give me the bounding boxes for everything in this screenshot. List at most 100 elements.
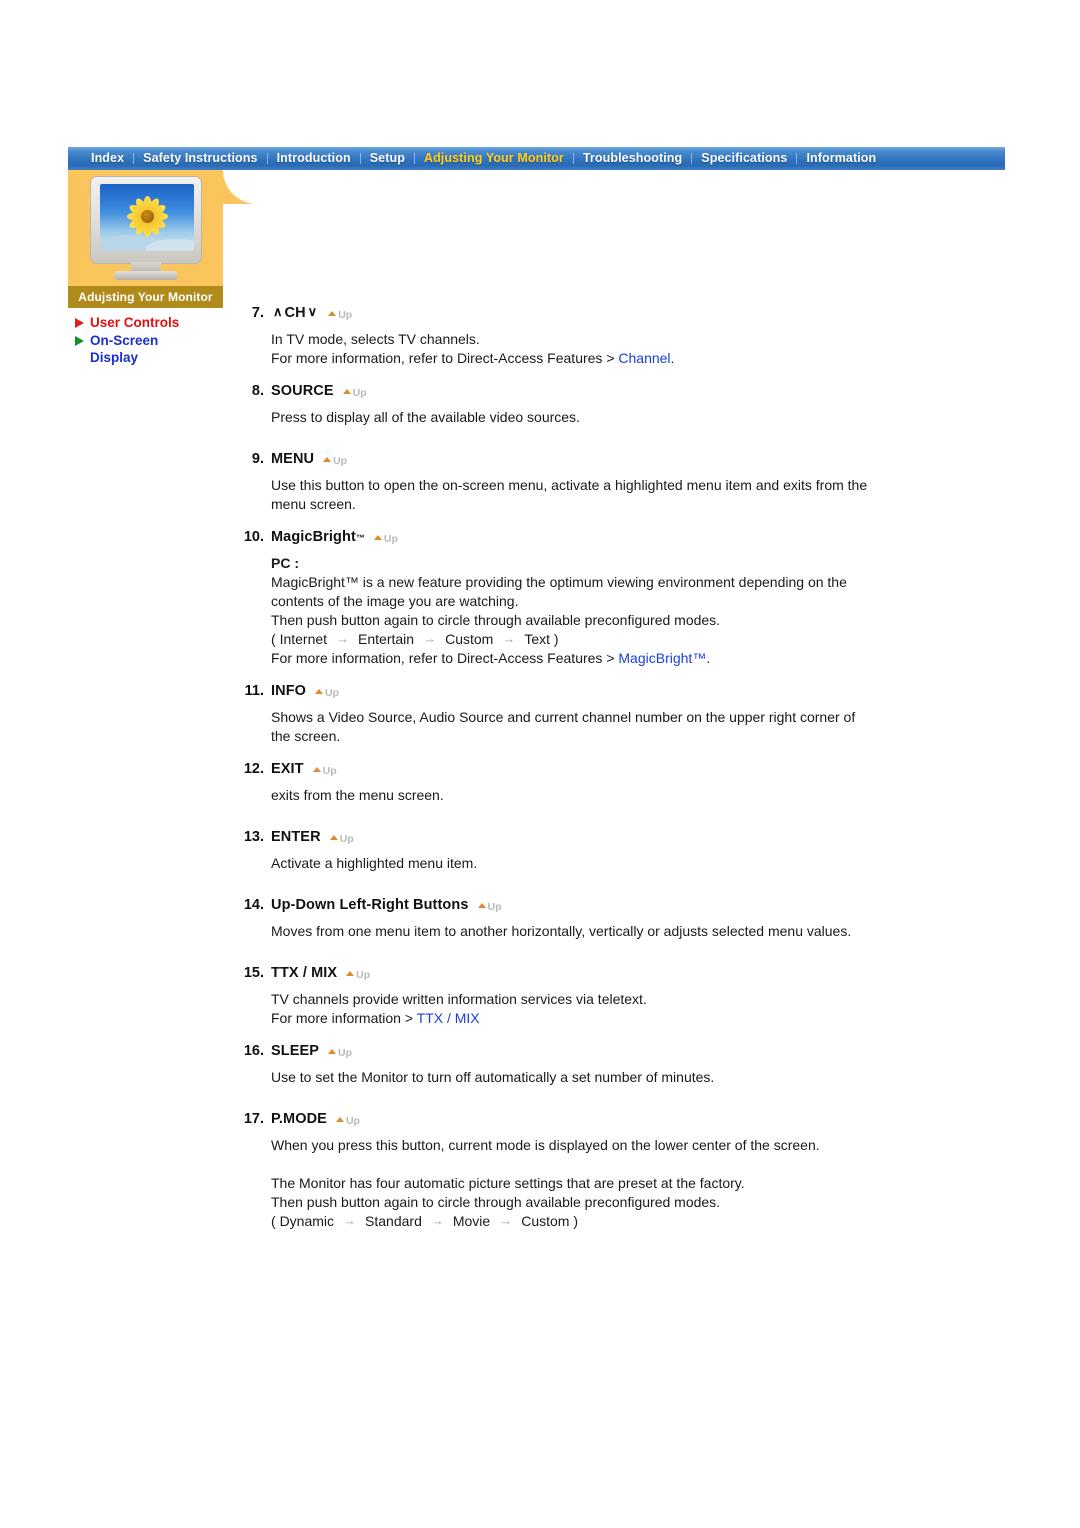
entry-body: Use this button to open the on-screen me…	[271, 476, 958, 514]
entry-number: 8.	[251, 383, 264, 399]
mode-name: Custom	[521, 1213, 570, 1229]
up-label: Up	[322, 764, 337, 777]
body-text: Activate a highlighted menu item.	[271, 855, 478, 871]
up-anchor-link[interactable]: Up	[328, 1047, 352, 1059]
entry-spacer	[238, 668, 958, 683]
entry-number: 15.	[243, 965, 264, 981]
entry-heading: 14. Up-Down Left-Right Buttons Up	[238, 897, 958, 913]
up-anchor-link[interactable]: Up	[335, 1115, 360, 1127]
entry-title: SOURCE	[271, 383, 334, 399]
body-text: Shows a Video Source, Audio Source and c…	[271, 709, 856, 725]
manual-entry: 9. MENU Up Use this button to open the on-s…	[238, 451, 958, 529]
entry-heading: 11. INFO Up	[238, 683, 958, 699]
entry-body: Moves from one menu item to another hori…	[271, 922, 958, 941]
mode-sequence: ( Dynamic → Standard → Movie → Custom )	[271, 1212, 958, 1231]
body-text: .	[670, 350, 675, 366]
inline-link-ttx-mix[interactable]: TTX / MIX	[417, 1010, 480, 1026]
up-label: Up	[383, 532, 398, 545]
sidebar-link-label: On-Screen Display	[90, 333, 159, 365]
up-anchor-link[interactable]: Up	[328, 309, 352, 321]
body-line: For more information > TTX / MIX	[271, 1009, 958, 1028]
nav-separator	[413, 153, 415, 164]
inline-link-channel[interactable]: Channel	[618, 350, 670, 366]
sidebar-link-user-controls[interactable]: User Controls	[75, 314, 223, 331]
manual-entry: 16. SLEEP Up Use to set the Monitor to turn…	[238, 1043, 958, 1111]
body-text: When you press this button, current mode…	[271, 1137, 820, 1153]
nav-separator	[691, 153, 693, 164]
body-line: MagicBright™ is a new feature providing …	[271, 573, 958, 592]
entry-body: Shows a Video Source, Audio Source and c…	[271, 708, 958, 746]
entry-title: Up-Down Left-Right Buttons	[271, 897, 469, 913]
body-line: For more information, refer to Direct-Ac…	[271, 649, 958, 668]
up-triangle-icon	[328, 311, 337, 316]
up-anchor-link[interactable]: Up	[323, 455, 347, 467]
entry-number: 12.	[243, 761, 264, 777]
entry-number: 17.	[243, 1111, 264, 1127]
entry-body: When you press this button, current mode…	[271, 1136, 958, 1231]
body-text: Use to set the Monitor to turn off autom…	[271, 1069, 715, 1085]
up-triangle-icon	[315, 689, 324, 694]
sidebar-link-on-screen-display[interactable]: On-Screen Display	[75, 332, 223, 366]
body-line: For more information, refer to Direct-Ac…	[271, 349, 958, 368]
entry-number: 9.	[251, 451, 264, 467]
top-navigation-bar: Index Safety Instructions Introduction Setu…	[68, 147, 1005, 170]
nav-item-specifications[interactable]: Specifications	[692, 147, 796, 170]
up-label: Up	[487, 900, 502, 913]
entry-spacer	[238, 427, 958, 451]
nav-item-adjusting-your-monitor[interactable]: Adjusting Your Monitor	[415, 147, 573, 170]
sequence-close-paren: )	[550, 631, 559, 647]
nav-item-troubleshooting[interactable]: Troubleshooting	[574, 147, 691, 170]
up-anchor-link[interactable]: Up	[315, 687, 339, 699]
up-anchor-link[interactable]: Up	[312, 764, 337, 777]
monitor-stand-base	[114, 271, 178, 280]
up-label: Up	[356, 968, 371, 981]
manual-entry: 14. Up-Down Left-Right Buttons Up Moves fro…	[238, 897, 958, 965]
body-text: In TV mode, selects TV channels.	[271, 331, 480, 347]
nav-item-index[interactable]: Index	[82, 147, 133, 170]
body-line: Then push button again to circle through…	[271, 1193, 958, 1212]
body-text: menu screen.	[271, 496, 356, 512]
arrow-right-icon: →	[499, 1213, 513, 1228]
triangle-bullet-icon	[75, 336, 84, 346]
up-label: Up	[352, 386, 367, 399]
up-anchor-link[interactable]: Up	[329, 833, 354, 845]
manual-entry: 8. SOURCE Up Press to display all of the av…	[238, 383, 958, 451]
entry-sub-label: PC :	[271, 555, 299, 571]
nav-separator	[796, 153, 798, 164]
entry-number: 7.	[251, 305, 264, 321]
entry-spacer	[238, 873, 958, 897]
entry-title: P.MODE	[271, 1111, 327, 1127]
up-anchor-link[interactable]: Up	[346, 969, 370, 981]
sidebar: Adujsting Your Monitor User Controls On-S…	[68, 170, 257, 367]
up-triangle-icon	[312, 767, 321, 772]
up-label: Up	[333, 454, 348, 467]
entry-spacer	[238, 514, 958, 529]
entry-heading: 16. SLEEP Up	[238, 1043, 958, 1059]
nav-item-information[interactable]: Information	[797, 147, 885, 170]
up-triangle-icon	[328, 1049, 337, 1054]
triangle-bullet-icon	[75, 318, 84, 328]
body-line: Shows a Video Source, Audio Source and c…	[271, 708, 958, 727]
body-line: the screen.	[271, 727, 958, 746]
up-anchor-link[interactable]: Up	[373, 532, 398, 545]
monitor-bezel	[90, 176, 202, 264]
nav-item-setup[interactable]: Setup	[361, 147, 414, 170]
manual-entry: 12. EXIT Up exits from the menu screen.	[238, 761, 958, 829]
entry-heading: 8. SOURCE Up	[238, 383, 958, 399]
arrow-right-icon: →	[430, 1213, 444, 1228]
entry-title: TTX / MIX	[271, 965, 338, 981]
entry-spacer	[238, 805, 958, 829]
body-line: Press to display all of the available vi…	[271, 408, 958, 427]
up-label: Up	[338, 1046, 353, 1059]
up-anchor-link[interactable]: Up	[477, 900, 502, 913]
sunflower-icon	[124, 193, 170, 239]
nav-item-introduction[interactable]: Introduction	[268, 147, 360, 170]
arrow-right-icon: →	[502, 631, 516, 646]
up-anchor-link[interactable]: Up	[342, 386, 367, 399]
nav-item-safety-instructions[interactable]: Safety Instructions	[134, 147, 266, 170]
inline-link-magicbright-[interactable]: MagicBright™	[618, 650, 706, 666]
body-text: TV channels provide written information …	[271, 991, 647, 1007]
body-line: TV channels provide written information …	[271, 990, 958, 1009]
entry-heading: 13. ENTER Up	[238, 829, 958, 845]
entry-title: ENTER	[271, 829, 321, 845]
